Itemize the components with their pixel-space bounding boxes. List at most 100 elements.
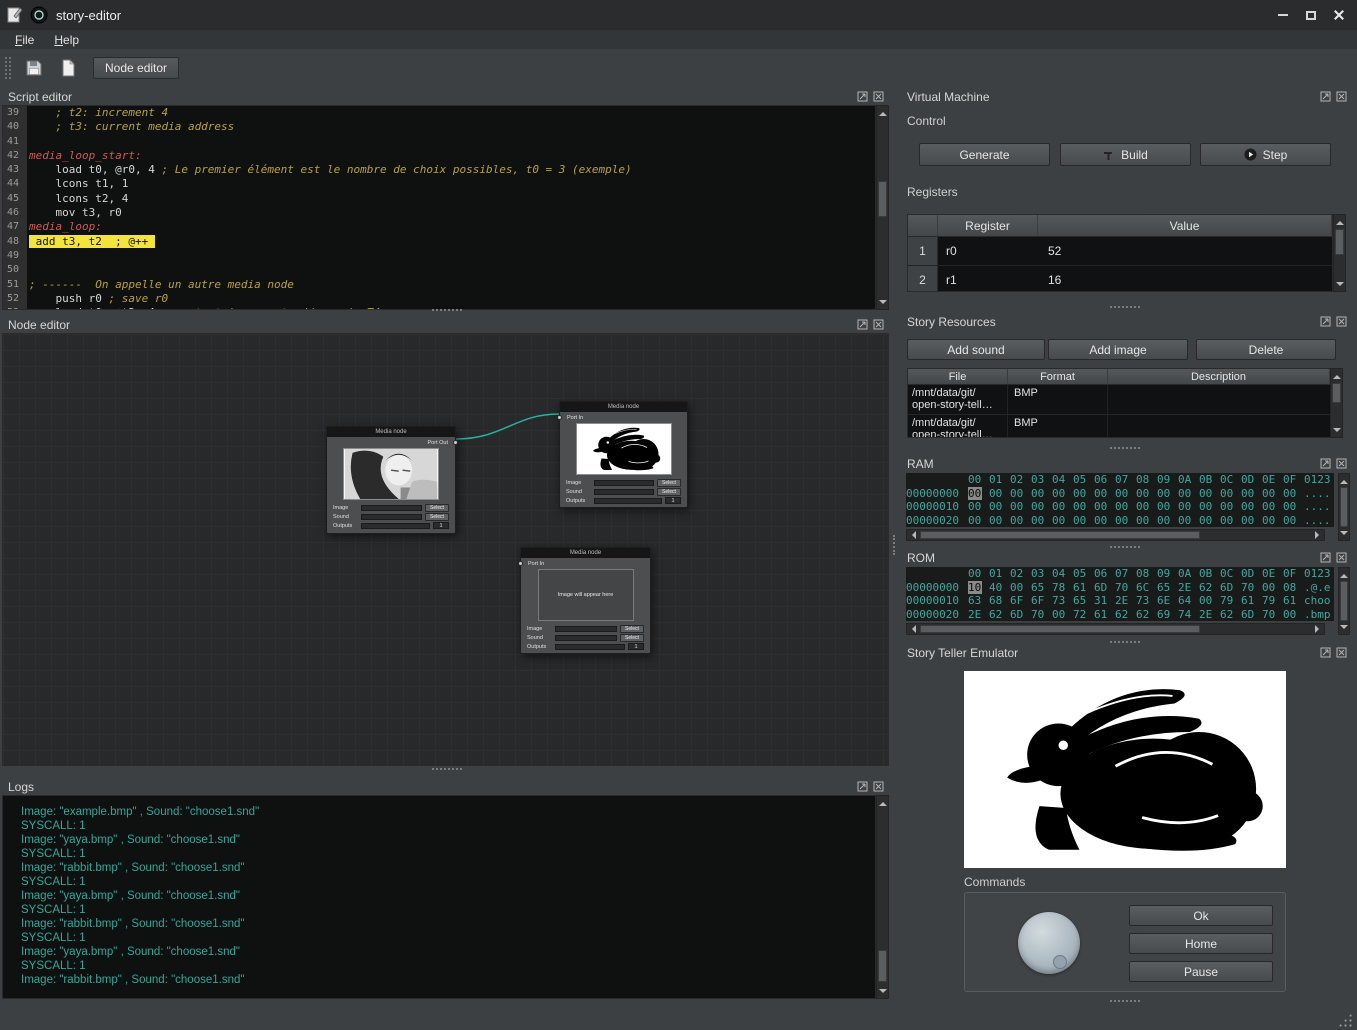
scroll-down-icon[interactable] xyxy=(1339,527,1349,540)
close-button[interactable] xyxy=(1327,4,1351,26)
media-node-rabbit[interactable]: Media node Port In ImageSelectSoundSelec… xyxy=(559,401,688,508)
maximize-button[interactable] xyxy=(1299,4,1323,26)
hex-byte[interactable]: 78 xyxy=(1052,581,1073,595)
hex-byte[interactable]: 63 xyxy=(968,594,989,608)
scroll-down-icon[interactable] xyxy=(1331,424,1342,437)
close-panel-icon[interactable] xyxy=(1336,552,1347,563)
logs-view[interactable]: Image: "example.bmp" , Sound: "choose1.s… xyxy=(2,795,876,999)
hex-byte[interactable]: 61 xyxy=(1241,594,1262,608)
hex-byte[interactable]: 00 xyxy=(1220,514,1241,528)
hex-byte[interactable]: 00 xyxy=(1199,500,1220,514)
hex-byte[interactable]: 00 xyxy=(1262,581,1283,595)
file-column-header[interactable]: File xyxy=(908,369,1008,384)
hex-byte[interactable]: 72 xyxy=(1073,608,1094,622)
node-row-field[interactable] xyxy=(361,514,422,520)
hex-byte[interactable]: 00 xyxy=(1115,500,1136,514)
float-panel-icon[interactable] xyxy=(857,781,868,792)
hex-byte[interactable]: 00 xyxy=(1073,487,1094,501)
hex-byte[interactable]: 6D xyxy=(1094,581,1115,595)
hex-byte[interactable]: 6F xyxy=(1031,594,1052,608)
hex-byte[interactable]: 2E xyxy=(968,608,989,622)
splitter-handle[interactable] xyxy=(432,309,462,311)
rotary-knob[interactable] xyxy=(1018,912,1080,974)
hex-byte[interactable]: 2E xyxy=(1199,608,1220,622)
build-button[interactable]: Build xyxy=(1060,143,1191,166)
scrollbar-thumb[interactable] xyxy=(1340,581,1348,621)
hex-byte[interactable]: 00 xyxy=(1241,500,1262,514)
ram-hex[interactable]: 000102030405060708090A0B0C0D0E0F01234567… xyxy=(906,473,1334,527)
hex-byte[interactable]: 73 xyxy=(1052,594,1073,608)
menu-help[interactable]: Help xyxy=(45,32,88,48)
scrollbar-thumb[interactable] xyxy=(920,625,1200,633)
scroll-left-icon[interactable] xyxy=(907,530,919,540)
select-button[interactable]: Select xyxy=(657,479,681,487)
hex-byte[interactable]: 65 xyxy=(1031,581,1052,595)
save-button[interactable] xyxy=(21,55,47,81)
hex-byte[interactable]: 00 xyxy=(1010,500,1031,514)
hex-byte[interactable]: 00 xyxy=(1199,487,1220,501)
scrollbar-thumb[interactable] xyxy=(878,181,887,217)
hex-byte[interactable]: 00 xyxy=(1010,514,1031,528)
splitter-handle[interactable] xyxy=(1110,1000,1140,1002)
ram-vscrollbar[interactable] xyxy=(1338,473,1350,541)
hex-byte[interactable]: 00 xyxy=(1115,487,1136,501)
hex-byte[interactable]: 00 xyxy=(1010,487,1031,501)
hex-byte[interactable]: 00 xyxy=(1283,514,1304,528)
hex-byte[interactable]: 00 xyxy=(1136,500,1157,514)
hex-byte[interactable]: 2E xyxy=(1178,581,1199,595)
hex-byte[interactable]: 00 xyxy=(1052,487,1073,501)
hex-byte[interactable]: 61 xyxy=(1283,594,1304,608)
hex-byte[interactable]: 70 xyxy=(1031,608,1052,622)
float-panel-icon[interactable] xyxy=(1320,316,1331,327)
scroll-up-icon[interactable] xyxy=(877,796,888,809)
delete-button[interactable]: Delete xyxy=(1196,339,1336,360)
hex-byte[interactable]: 00 xyxy=(1094,500,1115,514)
float-panel-icon[interactable] xyxy=(1320,91,1331,102)
scroll-down-icon[interactable] xyxy=(1334,278,1345,291)
input-port[interactable] xyxy=(557,415,562,420)
hex-byte[interactable]: 00 xyxy=(1136,487,1157,501)
hex-byte[interactable]: 6D xyxy=(1241,608,1262,622)
ok-button[interactable]: Ok xyxy=(1129,905,1273,926)
scroll-right-icon[interactable] xyxy=(1312,530,1324,540)
scroll-down-icon[interactable] xyxy=(877,296,888,309)
add-image-button[interactable]: Add image xyxy=(1048,339,1188,360)
splitter-handle[interactable] xyxy=(432,768,462,770)
hex-byte[interactable]: 00 xyxy=(1136,514,1157,528)
hex-byte[interactable]: 40 xyxy=(989,581,1010,595)
close-panel-icon[interactable] xyxy=(1336,647,1347,658)
hex-byte[interactable]: 62 xyxy=(1220,608,1241,622)
output-port[interactable] xyxy=(453,440,458,445)
scroll-up-icon[interactable] xyxy=(877,106,888,119)
format-column-header[interactable]: Format xyxy=(1008,369,1108,384)
node-editor-toggle-button[interactable]: Node editor xyxy=(93,57,179,79)
close-panel-icon[interactable] xyxy=(873,91,884,102)
window-resize-grip[interactable] xyxy=(1338,1013,1352,1027)
hex-byte[interactable]: 00 xyxy=(1241,487,1262,501)
hex-byte[interactable]: 79 xyxy=(1220,594,1241,608)
media-node-yaya[interactable]: Media node Port Out ImageSelectSoundSele… xyxy=(326,426,456,534)
node-row-field[interactable] xyxy=(361,523,430,529)
hex-byte[interactable]: 08 xyxy=(1283,581,1304,595)
node-row-field[interactable] xyxy=(361,505,422,511)
splitter-handle[interactable] xyxy=(1110,306,1140,308)
hex-byte[interactable]: 6E xyxy=(1157,594,1178,608)
hex-byte[interactable]: 65 xyxy=(1157,581,1178,595)
media-node-empty[interactable]: Media node Port In Image will appear her… xyxy=(520,547,651,654)
hex-byte[interactable]: 00 xyxy=(1094,514,1115,528)
scrollbar-thumb[interactable] xyxy=(1335,229,1344,255)
hex-byte[interactable]: 00 xyxy=(1178,500,1199,514)
hex-byte[interactable]: 65 xyxy=(1073,594,1094,608)
select-button[interactable]: Select xyxy=(425,504,449,512)
hex-byte[interactable]: 00 xyxy=(1157,487,1178,501)
toolbar-drag-handle[interactable] xyxy=(5,57,11,79)
close-panel-icon[interactable] xyxy=(873,781,884,792)
home-button[interactable]: Home xyxy=(1129,933,1273,954)
scrollbar-thumb[interactable] xyxy=(1332,383,1341,403)
hex-byte[interactable]: 6F xyxy=(1010,594,1031,608)
hex-byte[interactable]: 6D xyxy=(1220,581,1241,595)
splitter-handle[interactable] xyxy=(1110,447,1140,449)
minimize-button[interactable] xyxy=(1271,4,1295,26)
hex-byte[interactable]: 00 xyxy=(989,514,1010,528)
new-file-button[interactable] xyxy=(55,55,81,81)
